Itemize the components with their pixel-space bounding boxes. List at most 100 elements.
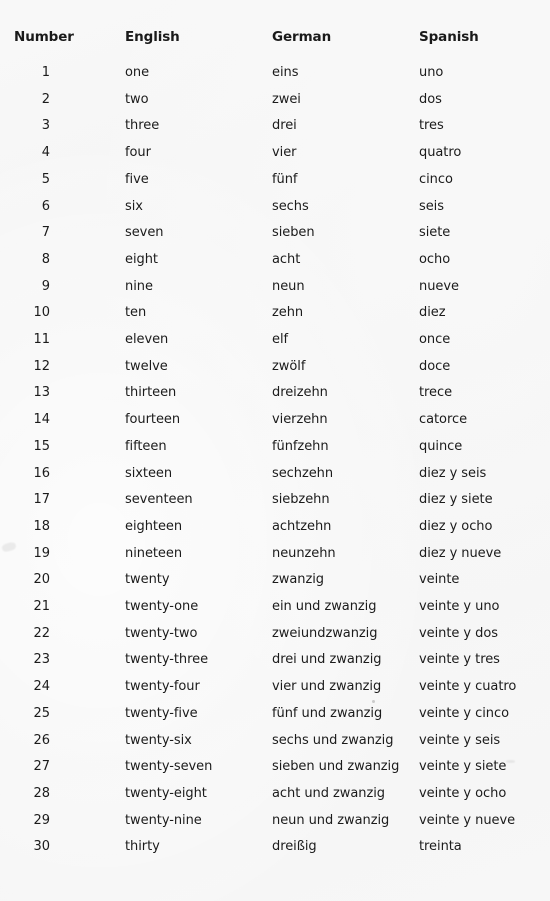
- table-cell-number: 26: [33, 732, 51, 748]
- table-cell-spanish: diez: [419, 305, 446, 321]
- table-cell-number: 14: [33, 412, 51, 428]
- table-cell-german: acht und zwanzig: [272, 785, 385, 801]
- table-cell-english: twenty-one: [125, 599, 199, 614]
- table-row: 22 twenty-two zweiundzwanzig veinte y dos: [0, 627, 550, 654]
- table-cell-german: dreizehn: [272, 385, 328, 401]
- table-cell-number: 10: [33, 305, 51, 321]
- table-cell-german: sechs: [272, 198, 309, 214]
- table-cell-english: eleven: [125, 332, 169, 347]
- table-cell-spanish: veinte y ocho: [419, 785, 507, 801]
- table-row: 6 six sechs seis: [0, 200, 550, 227]
- table-cell-number: 18: [33, 518, 51, 534]
- table-row: 18 eighteen achtzehn diez y ocho: [0, 520, 550, 547]
- table-cell-german: eins: [272, 65, 299, 80]
- table-cell-english: twenty-six: [125, 732, 192, 748]
- table-row: 23 twenty-three drei und zwanzig veinte y t…: [0, 653, 550, 680]
- table-cell-german: zwölf: [272, 358, 306, 374]
- table-cell-number: 4: [41, 145, 50, 161]
- table-row: 25 twenty-five fünf und zwanzig veinte y ci…: [0, 707, 550, 734]
- table-cell-number: 23: [33, 652, 51, 668]
- table-cell-english: eight: [125, 251, 158, 267]
- table-cell-spanish: veinte y siete: [419, 759, 507, 775]
- table-cell-number: 19: [33, 545, 51, 561]
- table-cell-spanish: seis: [419, 198, 444, 214]
- table-cell-number: 11: [33, 332, 51, 347]
- table-cell-number: 2: [41, 91, 50, 107]
- table-cell-german: sechzehn: [272, 465, 334, 481]
- document-page: Number English German Spanish 1 one eins un…: [0, 0, 550, 901]
- table-cell-spanish: diez y siete: [419, 492, 493, 508]
- table-cell-german: fünf: [272, 171, 298, 187]
- table-cell-german: fünfzehn: [272, 438, 329, 454]
- table-cell-number: 12: [33, 358, 51, 374]
- table-cell-german: neun und zwanzig: [272, 812, 390, 828]
- table-cell-number: 13: [33, 385, 51, 401]
- table-cell-english: fourteen: [125, 412, 181, 428]
- table-cell-spanish: siete: [419, 225, 451, 241]
- table-row: 14 fourteen vierzehn catorce: [0, 413, 550, 440]
- table-cell-english: twenty-three: [125, 652, 209, 668]
- table-row: 2 two zwei dos: [0, 93, 550, 120]
- table-row: 28 twenty-eight acht und zwanzig veinte y o…: [0, 787, 550, 814]
- table-cell-number: 28: [33, 785, 51, 801]
- column-header-german: German: [272, 29, 332, 45]
- table-cell-english: seven: [125, 225, 164, 241]
- table-row: 17 seventeen siebzehn diez y siete: [0, 493, 550, 520]
- table-cell-number: 17: [33, 492, 51, 508]
- table-cell-english: ten: [125, 305, 147, 321]
- table-cell-number: 6: [41, 198, 50, 214]
- table-cell-number: 3: [41, 118, 50, 134]
- table-cell-english: nineteen: [125, 545, 183, 561]
- table-cell-english: twenty-nine: [125, 812, 202, 828]
- table-cell-german: drei und zwanzig: [272, 652, 382, 668]
- table-cell-spanish: quatro: [419, 145, 462, 161]
- table-cell-spanish: uno: [419, 65, 444, 80]
- table-cell-german: acht: [272, 251, 301, 267]
- table-cell-spanish: cinco: [419, 171, 453, 187]
- table-cell-number: 8: [41, 251, 50, 267]
- table-cell-spanish: catorce: [419, 412, 468, 428]
- table-cell-german: fünf und zwanzig: [272, 705, 383, 721]
- table-cell-spanish: ocho: [419, 251, 451, 267]
- table-cell-german: drei: [272, 118, 297, 134]
- table-row: 29 twenty-nine neun und zwanzig veinte y nu…: [0, 814, 550, 841]
- table-row: 3 three drei tres: [0, 119, 550, 146]
- table-cell-number: 24: [33, 679, 51, 695]
- table-cell-german: vier und zwanzig: [272, 679, 382, 695]
- table-cell-german: zehn: [272, 305, 304, 321]
- table-row: 4 four vier quatro: [0, 146, 550, 173]
- table-cell-german: siebzehn: [272, 492, 330, 508]
- table-cell-german: vierzehn: [272, 412, 328, 428]
- table-cell-spanish: nueve: [419, 278, 459, 294]
- table-cell-english: three: [125, 118, 160, 134]
- table-row: 8 eight acht ocho: [0, 253, 550, 280]
- table-cell-spanish: diez y seis: [419, 465, 487, 481]
- table-cell-english: sixteen: [125, 465, 173, 481]
- column-header-spanish: Spanish: [419, 29, 479, 45]
- table-cell-spanish: dos: [419, 91, 442, 107]
- table-row: 1 one eins uno: [0, 66, 550, 93]
- table-row: 12 twelve zwölf doce: [0, 360, 550, 387]
- table-cell-german: elf: [272, 332, 289, 347]
- table-cell-english: twenty: [125, 572, 170, 588]
- column-header-english: English: [125, 29, 180, 45]
- table-cell-number: 1: [41, 65, 50, 80]
- table-cell-english: nine: [125, 278, 153, 294]
- table-cell-number: 5: [41, 171, 50, 187]
- table-row: 11 eleven elf once: [0, 333, 550, 360]
- table-cell-german: sieben und zwanzig: [272, 759, 400, 775]
- table-cell-number: 16: [33, 465, 51, 481]
- table-cell-english: two: [125, 91, 149, 107]
- table-row: 16 sixteen sechzehn diez y seis: [0, 467, 550, 494]
- table-cell-german: dreißig: [272, 839, 317, 855]
- table-cell-spanish: diez y nueve: [419, 545, 502, 561]
- table-row: 24 twenty-four vier und zwanzig veinte y cu…: [0, 680, 550, 707]
- table-row: 9 nine neun nueve: [0, 280, 550, 307]
- table-cell-spanish: veinte y cinco: [419, 705, 509, 721]
- table-cell-english: fifteen: [125, 438, 167, 454]
- table-cell-english: six: [125, 198, 143, 214]
- table-cell-english: four: [125, 145, 151, 161]
- table-row: 10 ten zehn diez: [0, 306, 550, 333]
- table-cell-english: twenty-five: [125, 705, 198, 721]
- table-header-row: Number English German Spanish: [0, 29, 550, 58]
